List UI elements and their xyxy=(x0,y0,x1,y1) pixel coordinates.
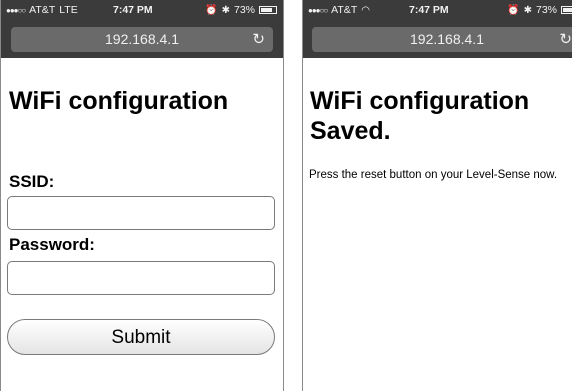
status-bar: ●●●○○ AT&T ◠ 7:47 PM ⏰ ✱ 73% xyxy=(303,0,572,23)
reload-icon[interactable]: ↻ xyxy=(559,27,572,52)
status-left: ●●●○○ AT&T LTE xyxy=(6,4,78,16)
wifi-icon: ◠ xyxy=(361,4,370,16)
status-time: 7:47 PM xyxy=(113,4,153,16)
page-title: WiFi configuration xyxy=(9,87,229,115)
password-label: Password: xyxy=(9,235,95,254)
bluetooth-icon: ✱ xyxy=(523,4,532,16)
status-left: ●●●○○ AT&T ◠ xyxy=(308,4,370,16)
page-title: WiFi configuration Saved. xyxy=(310,87,530,145)
signal-dots-icon: ●●●○○ xyxy=(308,5,328,15)
ssid-input[interactable] xyxy=(7,196,275,230)
status-bar: ●●●○○ AT&T LTE 7:47 PM ⏰ ✱ 73% xyxy=(1,0,283,23)
address-bar-url: 192.168.4.1 xyxy=(410,31,484,47)
browser-toolbar: 192.168.4.1 ↻ xyxy=(1,23,283,58)
phone-screen-wifi-form: ●●●○○ AT&T LTE 7:47 PM ⏰ ✱ 73% 192.168.4… xyxy=(0,0,284,391)
ssid-label: SSID: xyxy=(9,172,55,191)
signal-dots-icon: ●●●○○ xyxy=(6,5,26,15)
carrier-label: AT&T xyxy=(29,4,56,16)
address-bar[interactable]: 192.168.4.1 ↻ xyxy=(312,27,572,52)
network-label: LTE xyxy=(59,4,78,16)
phone-screen-saved: ●●●○○ AT&T ◠ 7:47 PM ⏰ ✱ 73% 192.168.4.1… xyxy=(302,0,572,391)
password-input[interactable] xyxy=(7,261,275,295)
battery-icon xyxy=(561,6,572,14)
status-right: ⏰ ✱ 73% xyxy=(205,4,277,16)
battery-percent: 73% xyxy=(535,4,557,16)
reset-message: Press the reset button on your Level-Sen… xyxy=(309,169,558,181)
status-time: 7:47 PM xyxy=(409,4,449,16)
carrier-label: AT&T xyxy=(331,4,358,16)
address-bar-url: 192.168.4.1 xyxy=(105,31,179,47)
bluetooth-icon: ✱ xyxy=(221,4,230,16)
alarm-icon: ⏰ xyxy=(205,4,218,16)
reload-icon[interactable]: ↻ xyxy=(252,27,265,52)
browser-toolbar: 192.168.4.1 ↻ xyxy=(303,23,572,58)
battery-icon xyxy=(259,6,277,14)
status-right: ⏰ ✱ 73% xyxy=(507,4,572,16)
alarm-icon: ⏰ xyxy=(507,4,520,16)
submit-button[interactable]: Submit xyxy=(7,319,275,355)
address-bar[interactable]: 192.168.4.1 ↻ xyxy=(11,27,273,52)
battery-percent: 73% xyxy=(233,4,255,16)
